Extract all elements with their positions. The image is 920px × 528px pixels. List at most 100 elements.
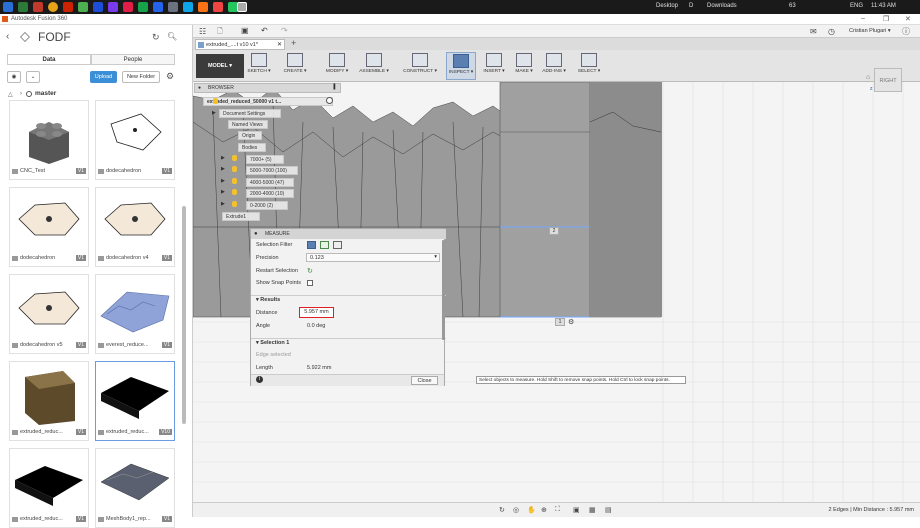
browser-item-origin[interactable]: Origin — [238, 131, 262, 140]
language-label[interactable]: ENG — [850, 3, 863, 9]
lightbulb-icon[interactable] — [232, 166, 237, 172]
fit-icon[interactable]: ⛶ — [555, 506, 560, 514]
lightbulb-icon[interactable] — [213, 98, 218, 104]
data-panel-scrollbar[interactable] — [182, 206, 186, 424]
restore-button[interactable]: ❐ — [883, 15, 889, 23]
app-icon[interactable] — [183, 2, 193, 12]
orbit-icon[interactable]: ↻ — [499, 506, 505, 514]
display-settings-icon[interactable]: ▣ — [573, 506, 580, 514]
browser-pin-icon[interactable]: ▌ — [333, 84, 337, 90]
app-icon[interactable] — [33, 2, 43, 12]
back-icon[interactable]: ‹ — [6, 31, 9, 42]
clock-icon[interactable]: ◷ — [828, 27, 835, 36]
tab-people[interactable]: People — [91, 54, 175, 65]
close-button[interactable]: Close — [411, 376, 438, 385]
eye-icon[interactable]: ◉ — [7, 71, 21, 83]
tool-assemble[interactable]: ASSEMBLE ▾ — [357, 52, 391, 80]
start-icon[interactable] — [3, 2, 13, 12]
browser-item-body-group[interactable]: 0-2000 (2) — [246, 201, 288, 210]
save-icon[interactable]: ▣ — [241, 26, 249, 35]
app-icon[interactable] — [93, 2, 103, 12]
browser-header[interactable]: ● BROWSER ▌ — [194, 83, 341, 93]
look-at-icon[interactable]: ◎ — [513, 506, 519, 514]
file-menu-icon[interactable]: 🗋︎ — [217, 27, 223, 38]
fusion-icon[interactable] — [237, 2, 247, 12]
close-tab-icon[interactable]: ✕ — [277, 40, 282, 50]
search-icon[interactable]: 🔍︎ — [167, 32, 177, 41]
app-icon[interactable] — [153, 2, 163, 12]
pan-icon[interactable]: ✋ — [527, 506, 536, 514]
lightbulb-icon[interactable] — [232, 155, 237, 161]
measure-dialog-header[interactable]: ● MEASURE — [251, 229, 446, 239]
filter-edge-icon[interactable] — [320, 241, 329, 249]
breadcrumb[interactable]: master — [35, 90, 56, 97]
zoom-icon[interactable]: ⊕ — [541, 506, 547, 514]
refresh-icon[interactable]: ↻ — [152, 32, 160, 43]
filter-body-icon[interactable] — [333, 241, 342, 249]
workspace-switcher[interactable]: MODEL ▾ — [196, 54, 244, 78]
file-card[interactable]: dodecahedron v4 V1 — [95, 187, 175, 267]
tool-sketch[interactable]: SKETCH ▾ — [245, 52, 273, 80]
results-section[interactable]: ▾ Results — [251, 295, 446, 304]
file-card[interactable]: extruded_reduc... V1 — [9, 448, 89, 528]
activate-icon[interactable] — [326, 97, 333, 104]
excel-icon[interactable] — [18, 2, 28, 12]
browser-item-named-views[interactable]: Named Views — [228, 120, 268, 129]
chrome-icon[interactable] — [48, 2, 58, 12]
measure-scrollbar[interactable] — [442, 240, 445, 340]
home-view-icon[interactable]: ⌂ — [866, 74, 870, 81]
info-icon[interactable]: i — [256, 376, 263, 383]
tool-make[interactable]: MAKE ▾ — [511, 52, 537, 80]
file-card[interactable]: extruded_reduc... V1 — [9, 361, 89, 441]
viewports-icon[interactable]: ▤ — [605, 506, 612, 514]
expand-icon[interactable]: ▶ — [221, 166, 225, 172]
collapse-icon[interactable]: ● — [254, 229, 258, 239]
gear-icon[interactable]: ⚙ — [166, 71, 174, 82]
expand-icon[interactable]: ▶ — [212, 110, 216, 116]
grid-menu-icon[interactable]: ☷ — [199, 27, 206, 36]
tool-add-ins[interactable]: ADD-INS ▾ — [539, 52, 569, 80]
hub-icon[interactable]: △ — [8, 91, 13, 98]
expand-icon[interactable]: ▶ — [221, 155, 225, 161]
downloads-label[interactable]: Downloads — [707, 3, 737, 9]
app-icon[interactable] — [123, 2, 133, 12]
lightbulb-icon[interactable] — [232, 189, 237, 195]
tool-inspect-active[interactable]: INSPECT ▾ — [446, 52, 476, 80]
tool-select[interactable]: SELECT ▾ — [575, 52, 603, 80]
app-icon[interactable] — [168, 2, 178, 12]
browser-item-bodies[interactable]: Bodies — [238, 143, 266, 152]
tool-modify[interactable]: MODIFY ▾ — [323, 52, 351, 80]
user-menu[interactable]: Cristian Plugari ▾ — [849, 28, 891, 34]
tool-insert[interactable]: INSERT ▾ — [481, 52, 507, 80]
measure-gear-icon[interactable]: ⚙ — [568, 318, 574, 326]
file-card[interactable]: dodecahedron V1 — [9, 187, 89, 267]
app-icon[interactable] — [108, 2, 118, 12]
file-card[interactable]: dodecahedron v5 V1 — [9, 274, 89, 354]
file-card[interactable]: dodecahedron V1 — [95, 100, 175, 180]
browser-item-body-group[interactable]: 7000+ (5) — [246, 155, 284, 164]
help-icon[interactable]: ⓘ — [902, 26, 910, 37]
app-icon[interactable] — [78, 2, 88, 12]
lightbulb-icon[interactable] — [232, 178, 237, 184]
tab-data[interactable]: Data — [7, 54, 91, 65]
extruded-body[interactable] — [499, 82, 591, 318]
new-folder-button[interactable]: New Folder — [122, 71, 160, 83]
restart-selection-icon[interactable]: ↻ — [307, 267, 313, 275]
close-window-button[interactable]: ✕ — [905, 15, 911, 23]
minimize-button[interactable]: – — [861, 15, 865, 22]
grid-settings-icon[interactable]: ▦ — [589, 506, 596, 514]
selection1-section[interactable]: ▾ Selection 1 — [251, 338, 446, 347]
expand-icon[interactable]: ▶ — [221, 189, 225, 195]
new-tab-button[interactable]: + — [291, 38, 296, 48]
browser-root[interactable]: extruded_reduced_50000 v1 t... — [203, 97, 333, 106]
app-icon[interactable] — [213, 2, 223, 12]
browser-item-body-group[interactable]: 5000-7000 (100) — [246, 166, 298, 175]
chevron-down-icon[interactable]: ⌄ — [26, 71, 40, 83]
browser-item-extrude[interactable]: Extrude1 — [222, 212, 260, 221]
browser-item-body-group[interactable]: 4000-5000 (47) — [246, 178, 294, 187]
redo-icon[interactable]: ↷ — [281, 26, 288, 35]
app-icon[interactable] — [198, 2, 208, 12]
browser-item-body-group[interactable]: 2000-4000 (10) — [246, 189, 294, 198]
app-icon[interactable] — [138, 2, 148, 12]
job-status-icon[interactable]: ✉ — [810, 27, 817, 36]
